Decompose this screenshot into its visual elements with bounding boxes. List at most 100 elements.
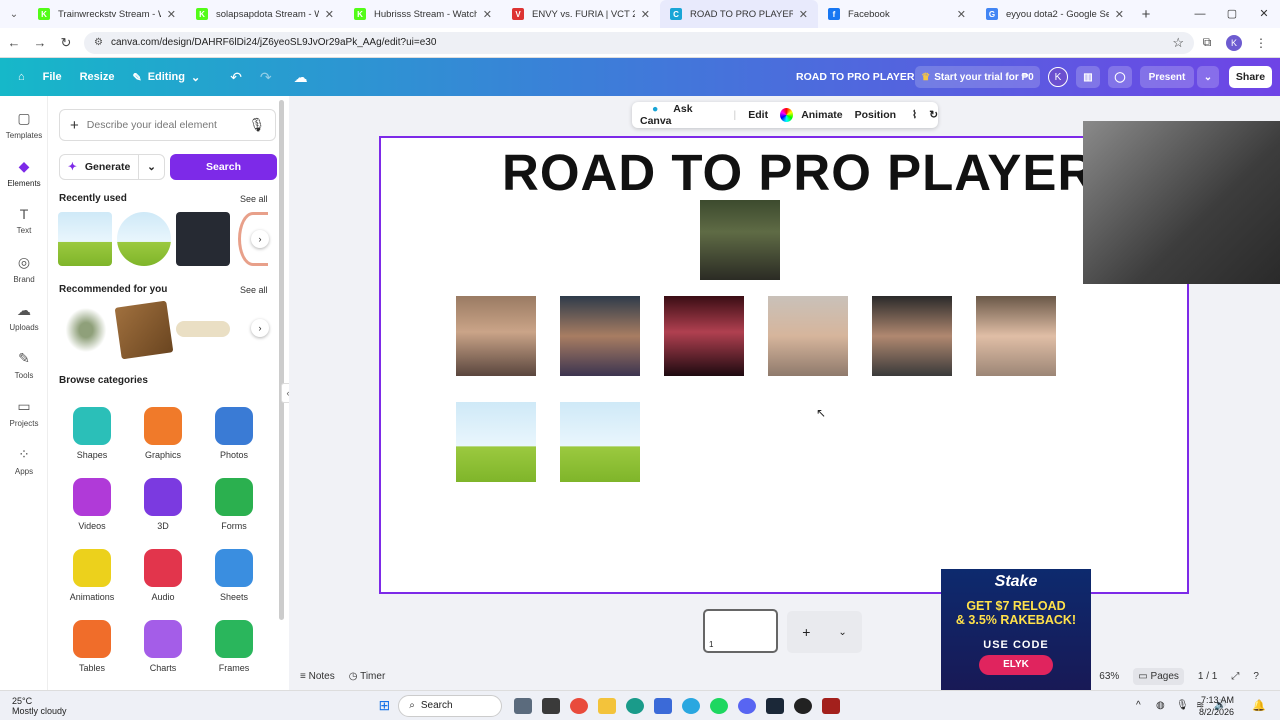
tab-close-icon[interactable]: ✕ xyxy=(799,8,808,21)
category-audio[interactable]: Audio xyxy=(133,549,193,602)
microphone-tray-icon[interactable]: 🎙 xyxy=(1176,700,1189,711)
profile-avatar[interactable]: K xyxy=(1226,34,1242,51)
terminal-icon[interactable] xyxy=(542,697,561,714)
browser-tab[interactable]: V ENVY vs. FURIA | VCT 2026: Am ✕ xyxy=(502,0,660,28)
page-thumbnail[interactable]: 1 xyxy=(703,609,778,653)
category-3d[interactable]: 3D xyxy=(133,478,193,531)
see-all-recent-link[interactable]: See all xyxy=(240,194,268,204)
microphone-icon[interactable]: 🎙 xyxy=(248,117,265,133)
edge-icon[interactable] xyxy=(626,697,645,714)
category-photos[interactable]: Photos xyxy=(204,407,264,460)
maximize-icon[interactable]: ▢ xyxy=(1216,0,1248,28)
task-view-icon[interactable] xyxy=(514,697,533,714)
resize-menu[interactable]: Resize xyxy=(80,71,115,83)
extensions-icon[interactable]: ⧉ xyxy=(1194,35,1220,50)
bookmark-star-icon[interactable]: ☆ xyxy=(1172,35,1184,51)
browser-tab[interactable]: K Hubrisss Stream - Watch Live o ✕ xyxy=(344,0,502,28)
tab-close-icon[interactable]: ✕ xyxy=(483,8,492,21)
generate-options-chevron-icon[interactable]: ⌄ xyxy=(138,155,164,179)
discord-icon[interactable] xyxy=(738,697,757,714)
element-search-input[interactable]: + Describe your ideal element 🎙 xyxy=(59,109,276,141)
category-frames[interactable]: Frames xyxy=(204,620,264,673)
category-forms[interactable]: Forms xyxy=(204,478,264,531)
undo-icon[interactable]: ↶ xyxy=(230,69,242,86)
recommended-scroll-element[interactable] xyxy=(176,321,230,337)
photo-portrait-garden[interactable] xyxy=(700,200,780,280)
recent-dark-square-element[interactable] xyxy=(176,212,230,266)
new-tab-button[interactable]: + xyxy=(1134,6,1158,23)
steam-icon[interactable] xyxy=(766,697,785,714)
timer-button[interactable]: ◷ Timer xyxy=(349,671,386,682)
ask-canva-button[interactable]: ● Ask Canva xyxy=(640,103,721,127)
pages-button[interactable]: ▭ Pages xyxy=(1133,667,1184,685)
collaborator-avatar[interactable]: K xyxy=(1048,67,1068,87)
dota-icon[interactable] xyxy=(822,697,841,714)
rail-item-brand[interactable]: ◎ Brand xyxy=(0,254,48,284)
browser-tab[interactable]: f Facebook ✕ xyxy=(818,0,976,28)
rail-item-text[interactable]: T Text xyxy=(0,206,48,235)
category-sheets[interactable]: Sheets xyxy=(204,549,264,602)
reload-icon[interactable]: ↻ xyxy=(54,35,78,51)
see-all-recommended-link[interactable]: See all xyxy=(240,285,268,295)
photo-player-3[interactable] xyxy=(664,296,744,376)
category-graphics[interactable]: Graphics xyxy=(133,407,193,460)
recommended-book-element[interactable] xyxy=(114,300,174,360)
photo-player-6[interactable] xyxy=(976,296,1056,376)
help-icon[interactable]: ? xyxy=(1253,671,1259,682)
category-charts[interactable]: Charts xyxy=(133,620,193,673)
cloud-sync-icon[interactable]: ☁ xyxy=(294,69,308,86)
file-menu[interactable]: File xyxy=(43,71,62,83)
home-icon[interactable]: ⌂ xyxy=(18,71,25,83)
taskbar-search[interactable]: ⌕ Search xyxy=(398,694,503,717)
tray-chevron-icon[interactable]: ^ xyxy=(1136,700,1141,711)
recommended-next-arrow-icon[interactable]: › xyxy=(251,319,269,337)
rail-item-apps[interactable]: ⁘ Apps xyxy=(0,446,48,476)
color-wheel-icon[interactable] xyxy=(780,108,794,122)
system-clock[interactable]: 7:13 AM 8/2/2026 xyxy=(1199,694,1234,718)
photo-player-1[interactable] xyxy=(456,296,536,376)
present-options-chevron-icon[interactable]: ⌄ xyxy=(1197,66,1219,88)
panel-scrollbar[interactable] xyxy=(279,100,284,620)
design-heading-text[interactable]: ROAD TO PRO PLAYER xyxy=(502,143,1095,202)
recent-circle-landscape-element[interactable] xyxy=(117,212,171,266)
tab-close-icon[interactable]: ✕ xyxy=(325,8,334,21)
rail-item-projects[interactable]: ▭ Projects xyxy=(0,398,48,428)
insights-icon[interactable]: ▥ xyxy=(1076,66,1100,88)
rail-item-uploads[interactable]: ☁ Uploads xyxy=(0,302,48,332)
category-animations[interactable]: Animations xyxy=(62,549,122,602)
edit-button[interactable]: Edit xyxy=(748,109,768,121)
tab-close-icon[interactable]: ✕ xyxy=(641,8,650,21)
photo-player-2[interactable] xyxy=(560,296,640,376)
telegram-icon[interactable] xyxy=(682,697,701,714)
comment-icon[interactable]: ◯ xyxy=(1108,66,1132,88)
share-button[interactable]: Share xyxy=(1229,66,1272,88)
browser-tab[interactable]: K Trainwreckstv Stream - Watch L ✕ xyxy=(28,0,186,28)
close-window-icon[interactable]: ✕ xyxy=(1248,0,1280,28)
photo-player-4[interactable] xyxy=(768,296,848,376)
file-explorer-icon[interactable] xyxy=(598,697,617,714)
browser-tab[interactable]: C ROAD TO PRO PLAYER - Presen ✕ xyxy=(660,0,818,28)
spotify-icon[interactable] xyxy=(710,697,729,714)
minimize-icon[interactable]: — xyxy=(1184,0,1216,28)
editing-mode-menu[interactable]: ✎ Editing ⌄ xyxy=(132,71,200,84)
animate-button[interactable]: Animate xyxy=(801,109,842,121)
rail-item-templates[interactable]: ▢ Templates xyxy=(0,110,48,140)
add-page-button[interactable]: + ⌄ xyxy=(787,611,862,653)
present-button[interactable]: Present xyxy=(1140,66,1194,88)
forward-icon[interactable]: → xyxy=(28,35,52,50)
search-button[interactable]: Search xyxy=(170,154,277,180)
photo-player-5[interactable] xyxy=(872,296,952,376)
browser-menu-icon[interactable]: ⋮ xyxy=(1248,36,1274,50)
weather-widget[interactable]: 25°C Mostly cloudy xyxy=(12,696,67,716)
tab-close-icon[interactable]: ✕ xyxy=(957,8,966,21)
design-title[interactable]: ROAD TO PRO PLAYER xyxy=(796,71,914,83)
back-icon[interactable]: ← xyxy=(2,35,26,50)
notes-button[interactable]: ≡ Notes xyxy=(300,671,335,682)
fullscreen-icon[interactable]: ⤢ xyxy=(1231,671,1239,682)
recent-landscape-element[interactable] xyxy=(58,212,112,266)
browser-tab[interactable]: Ksolapsapdota Stream - Watch L ✕ xyxy=(186,0,344,28)
tab-close-icon[interactable]: ✕ xyxy=(167,8,176,21)
category-videos[interactable]: Videos xyxy=(62,478,122,531)
start-trial-button[interactable]: ♛ Start your trial for ₱0 xyxy=(915,66,1040,88)
store-icon[interactable] xyxy=(654,697,673,714)
